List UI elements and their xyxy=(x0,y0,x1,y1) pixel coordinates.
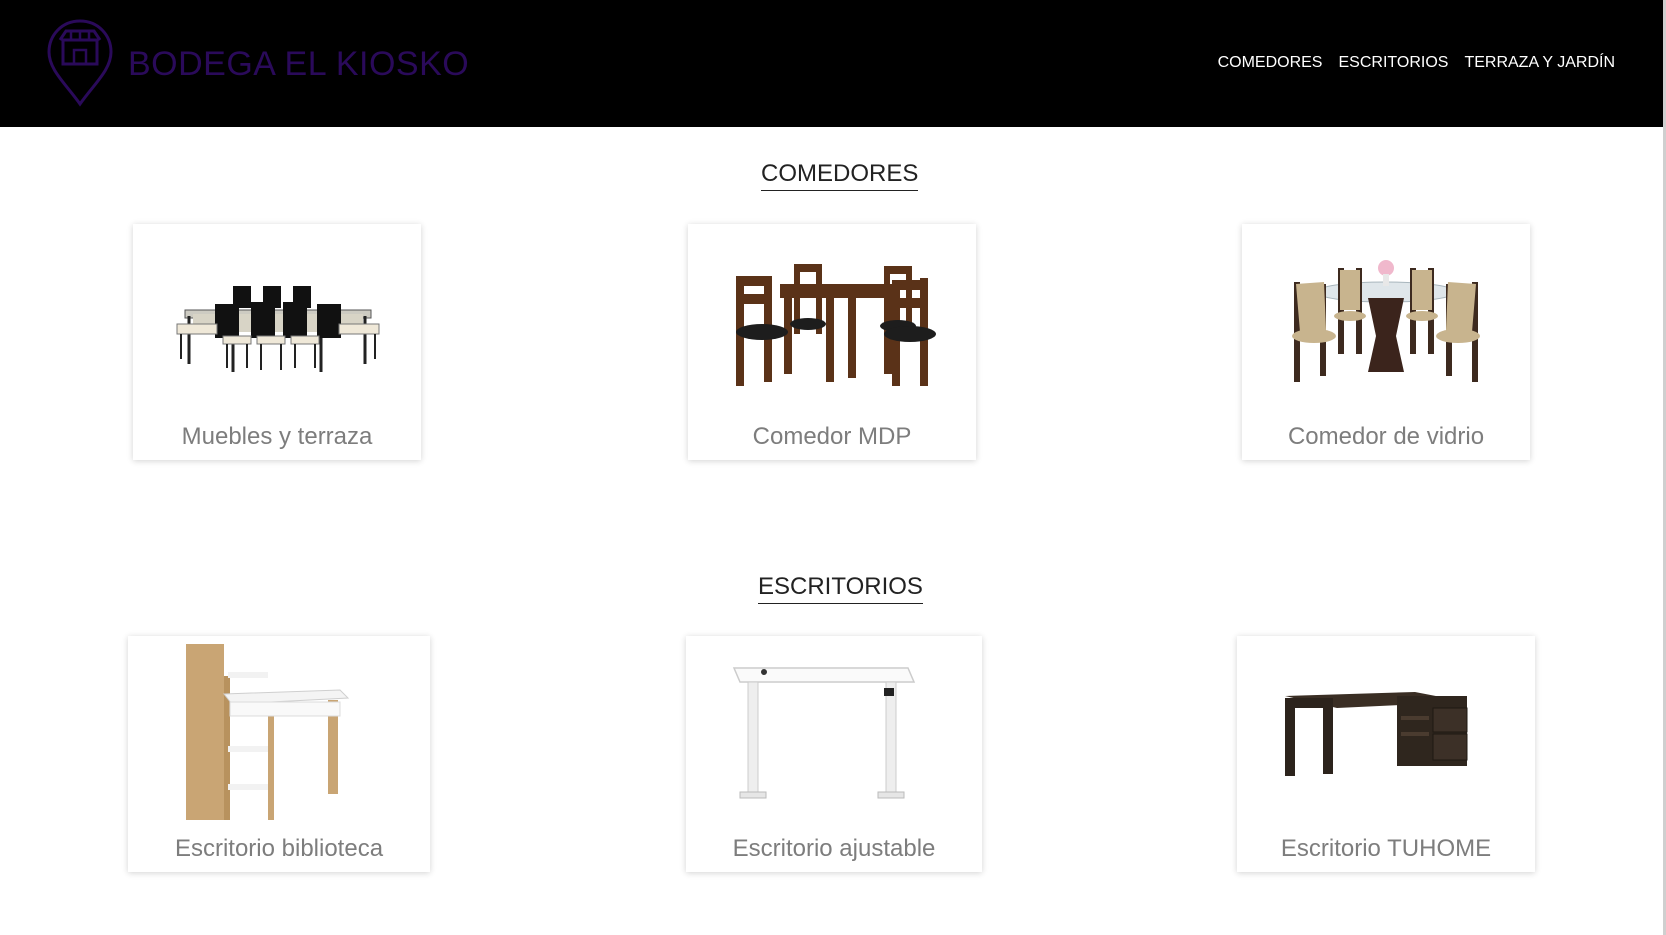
l-shaped-desk-image xyxy=(1237,636,1535,816)
wooden-dining-set-image xyxy=(688,224,976,404)
section-title-comedores: COMEDORES xyxy=(761,159,919,191)
section-title-escritorios: ESCRITORIOS xyxy=(758,572,923,604)
product-card[interactable]: Comedor de vidrio xyxy=(1242,224,1530,460)
product-card[interactable]: Escritorio ajustable xyxy=(686,636,982,872)
store-location-pin-icon[interactable] xyxy=(46,18,114,108)
glass-dining-set-image xyxy=(1242,224,1530,404)
product-card-label[interactable]: Escritorio ajustable xyxy=(686,834,982,864)
product-card[interactable]: Muebles y terraza xyxy=(133,224,421,460)
product-card[interactable]: Escritorio biblioteca xyxy=(128,636,430,872)
product-card-label[interactable]: Comedor de vidrio xyxy=(1242,422,1530,452)
product-card[interactable]: Comedor MDP xyxy=(688,224,976,460)
nav-link-terraza-jardin[interactable]: TERRAZA Y JARDÍN xyxy=(1464,52,1615,74)
main-nav: COMEDORES ESCRITORIOS TERRAZA Y JARDÍN xyxy=(1218,52,1615,74)
outdoor-dining-set-image xyxy=(133,224,421,404)
standing-desk-image xyxy=(686,636,982,816)
site-header: BODEGA EL KIOSKO COMEDORES ESCRITORIOS T… xyxy=(0,0,1663,127)
product-card-label[interactable]: Escritorio biblioteca xyxy=(128,834,430,864)
product-card[interactable]: Escritorio TUHOME xyxy=(1237,636,1535,872)
product-card-label[interactable]: Escritorio TUHOME xyxy=(1237,834,1535,864)
nav-link-comedores[interactable]: COMEDORES xyxy=(1218,52,1323,74)
brand-name[interactable]: BODEGA EL KIOSKO xyxy=(128,44,469,84)
nav-link-escritorios[interactable]: ESCRITORIOS xyxy=(1338,52,1448,74)
product-card-label[interactable]: Comedor MDP xyxy=(688,422,976,452)
bookshelf-desk-image xyxy=(128,636,430,826)
product-card-label[interactable]: Muebles y terraza xyxy=(133,422,421,452)
